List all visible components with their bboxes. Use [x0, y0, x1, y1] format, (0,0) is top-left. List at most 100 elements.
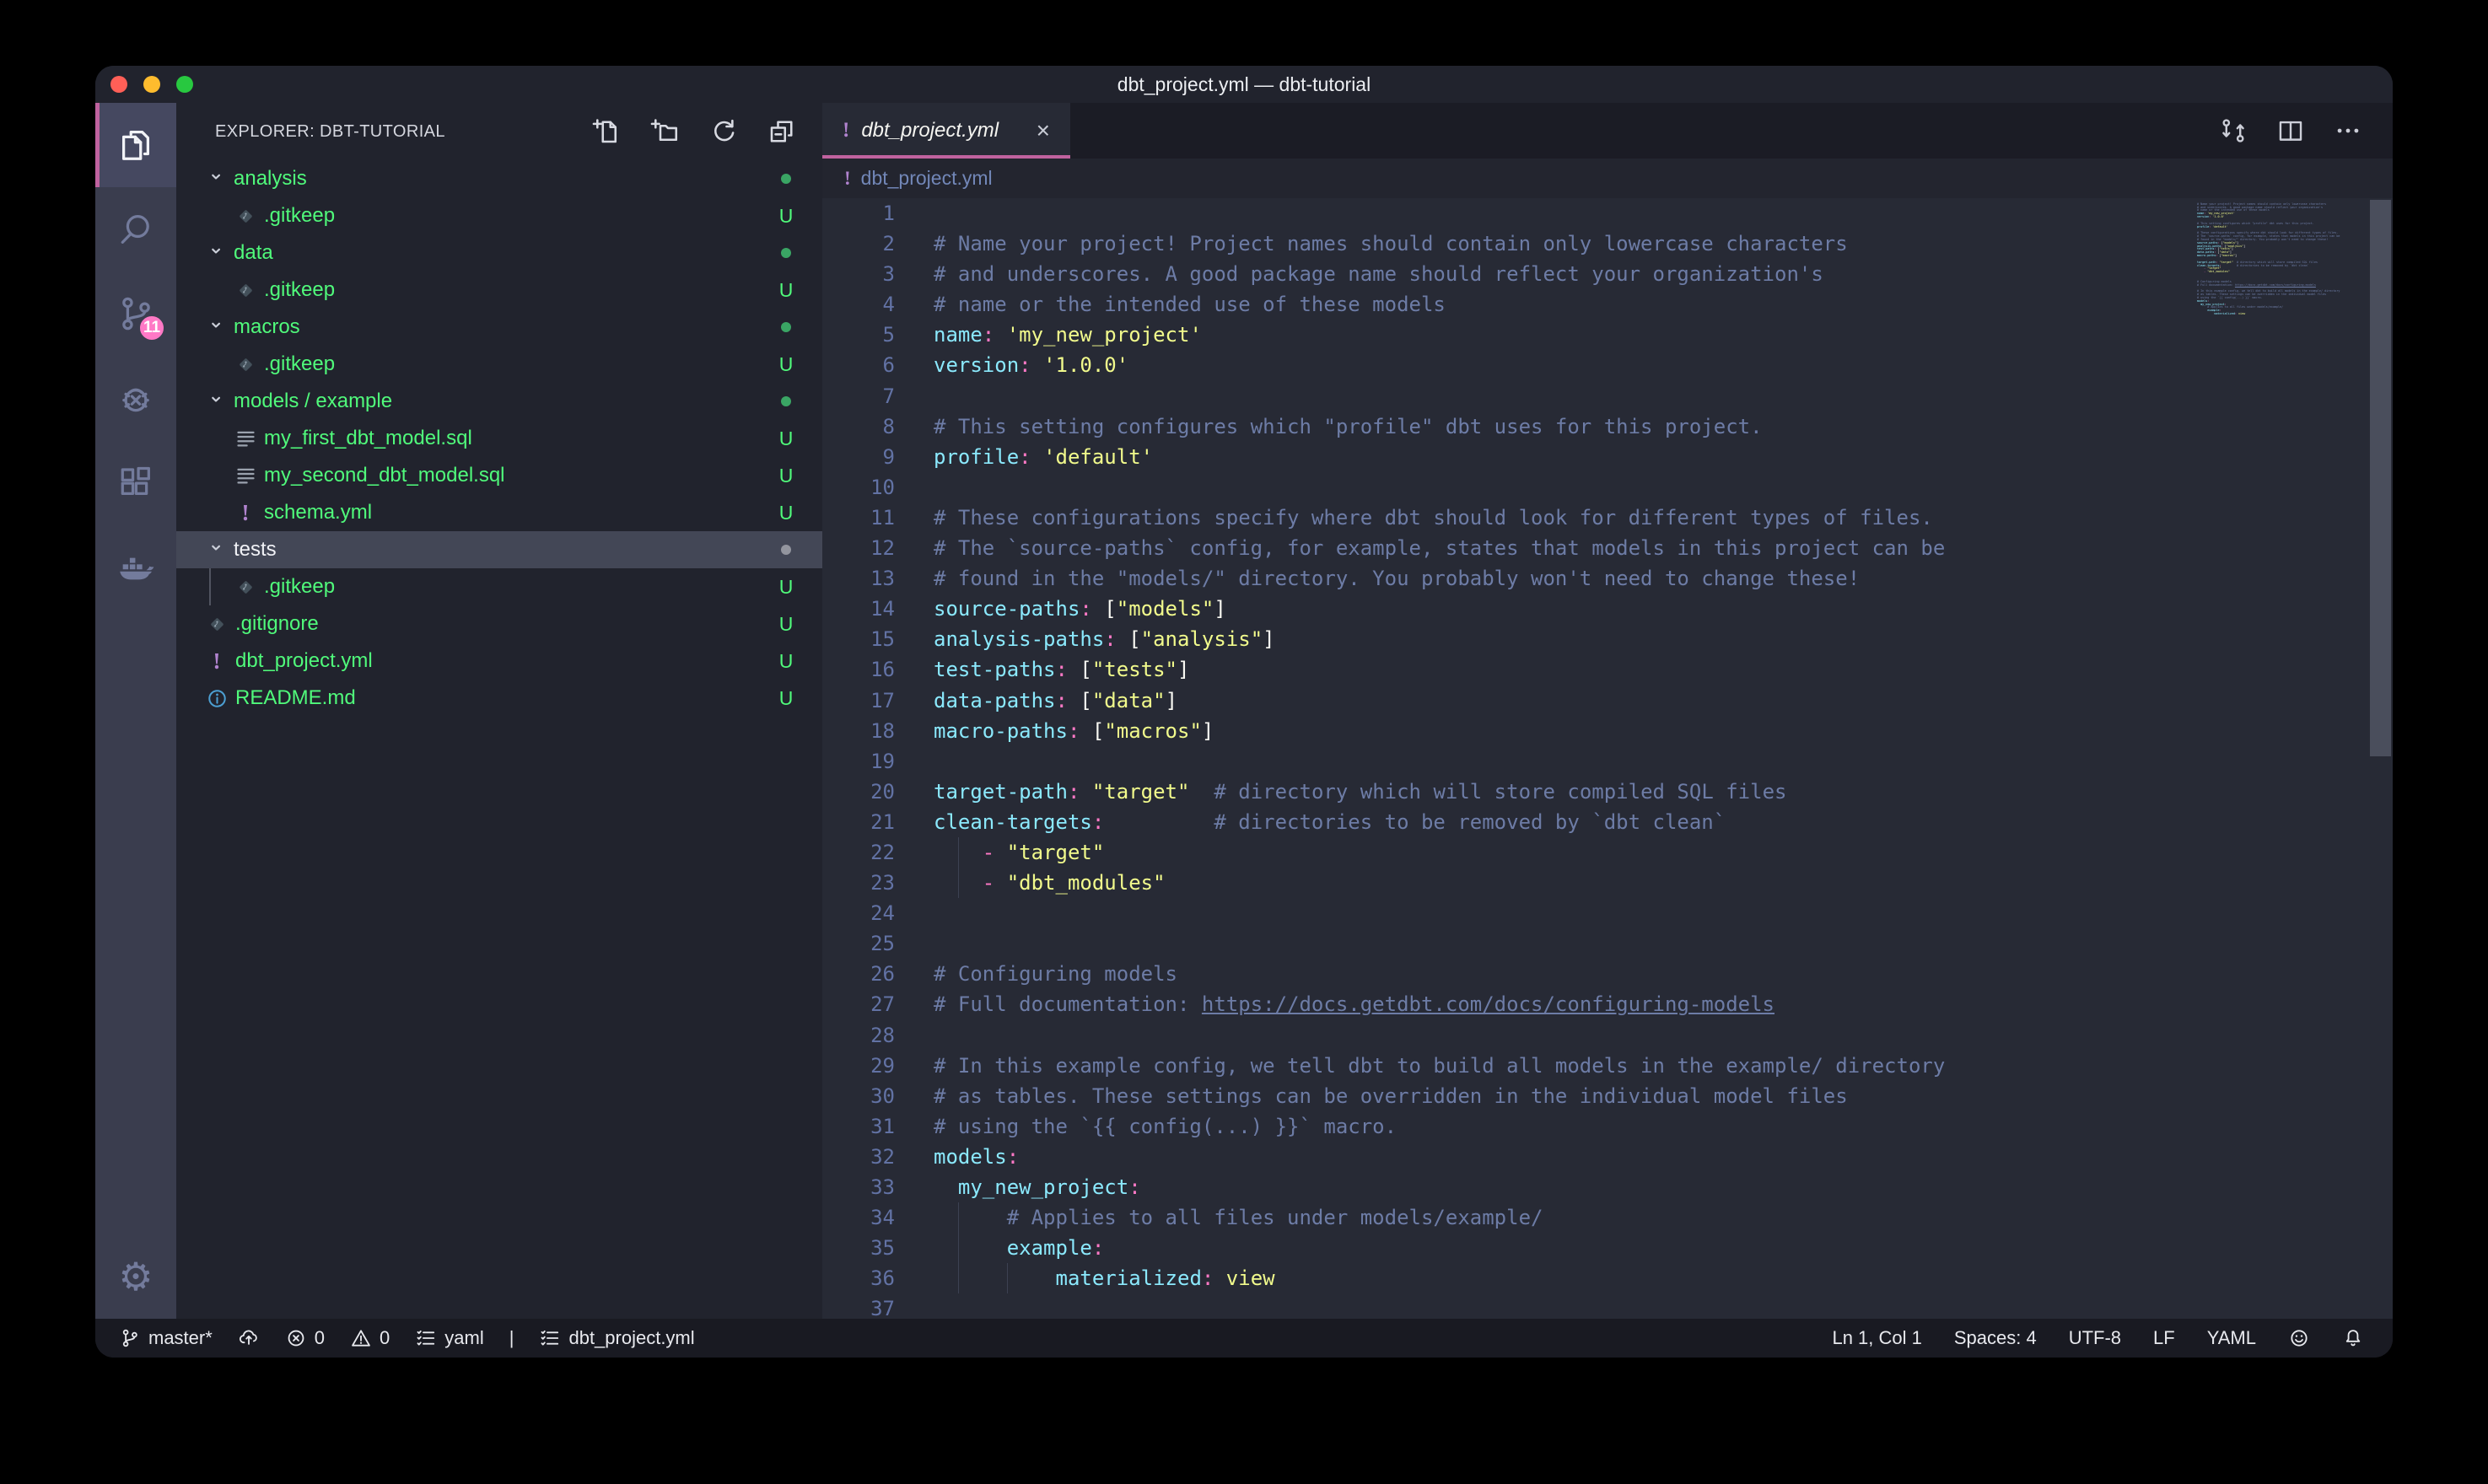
- code-line[interactable]: 33 my_new_project:: [822, 1172, 2190, 1202]
- tree-item-schema-yml[interactable]: !schema.ymlU: [176, 494, 822, 531]
- status-eol[interactable]: LF: [2153, 1327, 2175, 1349]
- split-editor-button[interactable]: [2276, 116, 2305, 145]
- activity-item-explorer[interactable]: [95, 103, 176, 187]
- code-line[interactable]: 34 # Applies to all files under models/e…: [822, 1202, 2190, 1233]
- tree-item-tests[interactable]: tests: [176, 531, 822, 568]
- minimize-button[interactable]: [143, 76, 160, 93]
- tree-item-gitkeep[interactable]: .gitkeepU: [176, 272, 822, 309]
- code-token: ]: [1177, 658, 1189, 681]
- code-token: name: [934, 323, 983, 347]
- more-actions-button[interactable]: [2334, 116, 2362, 145]
- tree-item-models-example[interactable]: models / example: [176, 383, 822, 420]
- tree-item-analysis[interactable]: analysis: [176, 160, 822, 197]
- code-line[interactable]: 36 materialized: view: [822, 1263, 2190, 1293]
- tree-item-dbt-project-yml[interactable]: !dbt_project.ymlU: [176, 643, 822, 680]
- line-number: 18: [822, 716, 895, 746]
- code-line[interactable]: 8# This setting configures which "profil…: [822, 411, 2190, 442]
- status-language-mode[interactable]: YAML: [2207, 1327, 2256, 1349]
- code-line[interactable]: 15analysis-paths: ["analysis"]: [822, 624, 2190, 654]
- code-line[interactable]: 22 - "target": [822, 837, 2190, 868]
- status-cursor-position[interactable]: Ln 1, Col 1: [1832, 1327, 1921, 1349]
- status-linter-file[interactable]: dbt_project.yml: [539, 1327, 694, 1349]
- close-button[interactable]: [110, 76, 127, 93]
- code-line[interactable]: 6version: '1.0.0': [822, 350, 2190, 380]
- tree-item-gitkeep[interactable]: .gitkeepU: [176, 568, 822, 605]
- tree-item-data[interactable]: data: [176, 234, 822, 272]
- code-line[interactable]: 30# as tables. These settings can be ove…: [822, 1081, 2190, 1111]
- activity-item-extensions[interactable]: [95, 440, 176, 524]
- doc-link[interactable]: https://docs.getdbt.com/docs/configuring…: [2235, 283, 2316, 287]
- status-notifications[interactable]: [2342, 1327, 2364, 1349]
- code-line[interactable]: 1: [822, 198, 2190, 229]
- code-token: # In this example config, we tell dbt to…: [934, 1054, 1945, 1078]
- tree-item-macros[interactable]: macros: [176, 309, 822, 346]
- activity-item-source-control[interactable]: 11: [95, 272, 176, 356]
- code-line[interactable]: 16test-paths: ["tests"]: [822, 654, 2190, 685]
- code-token: source-paths: [934, 597, 1080, 621]
- code-line[interactable]: 28: [822, 1020, 2190, 1051]
- activity-item-docker[interactable]: [95, 524, 176, 609]
- status-linter-yaml[interactable]: yaml: [415, 1327, 483, 1349]
- code-line[interactable]: 20target-path: "target" # directory whic…: [822, 777, 2190, 807]
- code-line[interactable]: 27# Full documentation: https://docs.get…: [822, 989, 2190, 1019]
- code-line[interactable]: 7: [822, 381, 2190, 411]
- minimap[interactable]: # Name your project! Project names shoul…: [2197, 200, 2367, 320]
- tree-item-gitignore[interactable]: .gitignoreU: [176, 605, 822, 643]
- code-line[interactable]: 21clean-targets: # directories to be rem…: [822, 807, 2190, 837]
- status-feedback[interactable]: [2288, 1327, 2310, 1349]
- breadcrumb[interactable]: ! dbt_project.yml: [822, 159, 2393, 198]
- scrollbar-thumb[interactable]: [2370, 200, 2391, 756]
- code-line[interactable]: 2# Name your project! Project names shou…: [822, 229, 2190, 259]
- code-line[interactable]: 19: [822, 746, 2190, 777]
- code-line[interactable]: 37: [822, 1293, 2190, 1319]
- code-line[interactable]: 3# and underscores. A good package name …: [822, 259, 2190, 289]
- status-errors[interactable]: 0: [285, 1327, 325, 1349]
- code-line[interactable]: 25: [822, 928, 2190, 959]
- tree-item-gitkeep[interactable]: .gitkeepU: [176, 197, 822, 234]
- code-line[interactable]: 35 example:: [822, 1233, 2190, 1263]
- code-line[interactable]: 10: [822, 472, 2190, 503]
- refresh-button[interactable]: [708, 116, 739, 147]
- activity-item-debug[interactable]: [95, 356, 176, 440]
- activity-item-search[interactable]: [95, 187, 176, 272]
- open-changes-button[interactable]: [2219, 116, 2248, 145]
- tree-item-gitkeep[interactable]: .gitkeepU: [176, 346, 822, 383]
- title-bar[interactable]: dbt_project.yml — dbt-tutorial: [95, 66, 2393, 103]
- status-encoding[interactable]: UTF-8: [2069, 1327, 2121, 1349]
- code-line[interactable]: 11# These configurations specify where d…: [822, 503, 2190, 533]
- tree-item-my-first-dbt-model-sql[interactable]: my_first_dbt_model.sqlU: [176, 420, 822, 457]
- status-indentation[interactable]: Spaces: 4: [1954, 1327, 2037, 1349]
- code-line[interactable]: 32models:: [822, 1142, 2190, 1172]
- code-line[interactable]: 17data-paths: ["data"]: [822, 686, 2190, 716]
- doc-link[interactable]: https://docs.getdbt.com/docs/configuring…: [1202, 992, 1774, 1016]
- activity-item-settings[interactable]: ⚙: [95, 1234, 176, 1319]
- collapse-all-button[interactable]: [767, 116, 797, 147]
- status-warnings[interactable]: 0: [350, 1327, 390, 1349]
- code-line[interactable]: 18macro-paths: ["macros"]: [822, 716, 2190, 746]
- zoom-button[interactable]: [176, 76, 193, 93]
- code-token: # Full documentation:: [934, 992, 1202, 1016]
- code-line[interactable]: 29# In this example config, we tell dbt …: [822, 1051, 2190, 1081]
- code-line[interactable]: 31# using the `{{ config(...) }}` macro.: [822, 1111, 2190, 1142]
- code-editor[interactable]: 12# Name your project! Project names sho…: [822, 198, 2393, 1319]
- code-line[interactable]: 4# name or the intended use of these mod…: [822, 289, 2190, 320]
- code-line[interactable]: 14source-paths: ["models"]: [822, 594, 2190, 624]
- code-line[interactable]: 12# The `source-paths` config, for examp…: [822, 533, 2190, 563]
- tree-item-my-second-dbt-model-sql[interactable]: my_second_dbt_model.sqlU: [176, 457, 822, 494]
- code-token: :: [1202, 1266, 1214, 1290]
- code-line[interactable]: 9profile: 'default': [822, 442, 2190, 472]
- tab-close-icon[interactable]: ×: [1037, 119, 1050, 142]
- code-line[interactable]: 13# found in the "models/" directory. Yo…: [822, 563, 2190, 594]
- tree-item-readme-md[interactable]: README.mdU: [176, 680, 822, 717]
- code-line[interactable]: 5name: 'my_new_project': [822, 320, 2190, 350]
- sql-file-icon: [234, 427, 257, 450]
- code-line[interactable]: 23 - "dbt_modules": [822, 868, 2190, 898]
- status-git-branch[interactable]: master*: [119, 1327, 213, 1349]
- code-line[interactable]: 26# Configuring models: [822, 959, 2190, 989]
- new-folder-button[interactable]: [650, 116, 681, 147]
- status-publish-changes[interactable]: [238, 1327, 260, 1349]
- code-line[interactable]: 24: [822, 898, 2190, 928]
- new-file-button[interactable]: [592, 116, 622, 147]
- tab-dbt-project-yml[interactable]: ! dbt_project.yml ×: [822, 103, 1070, 159]
- line-number: 10: [822, 472, 895, 503]
